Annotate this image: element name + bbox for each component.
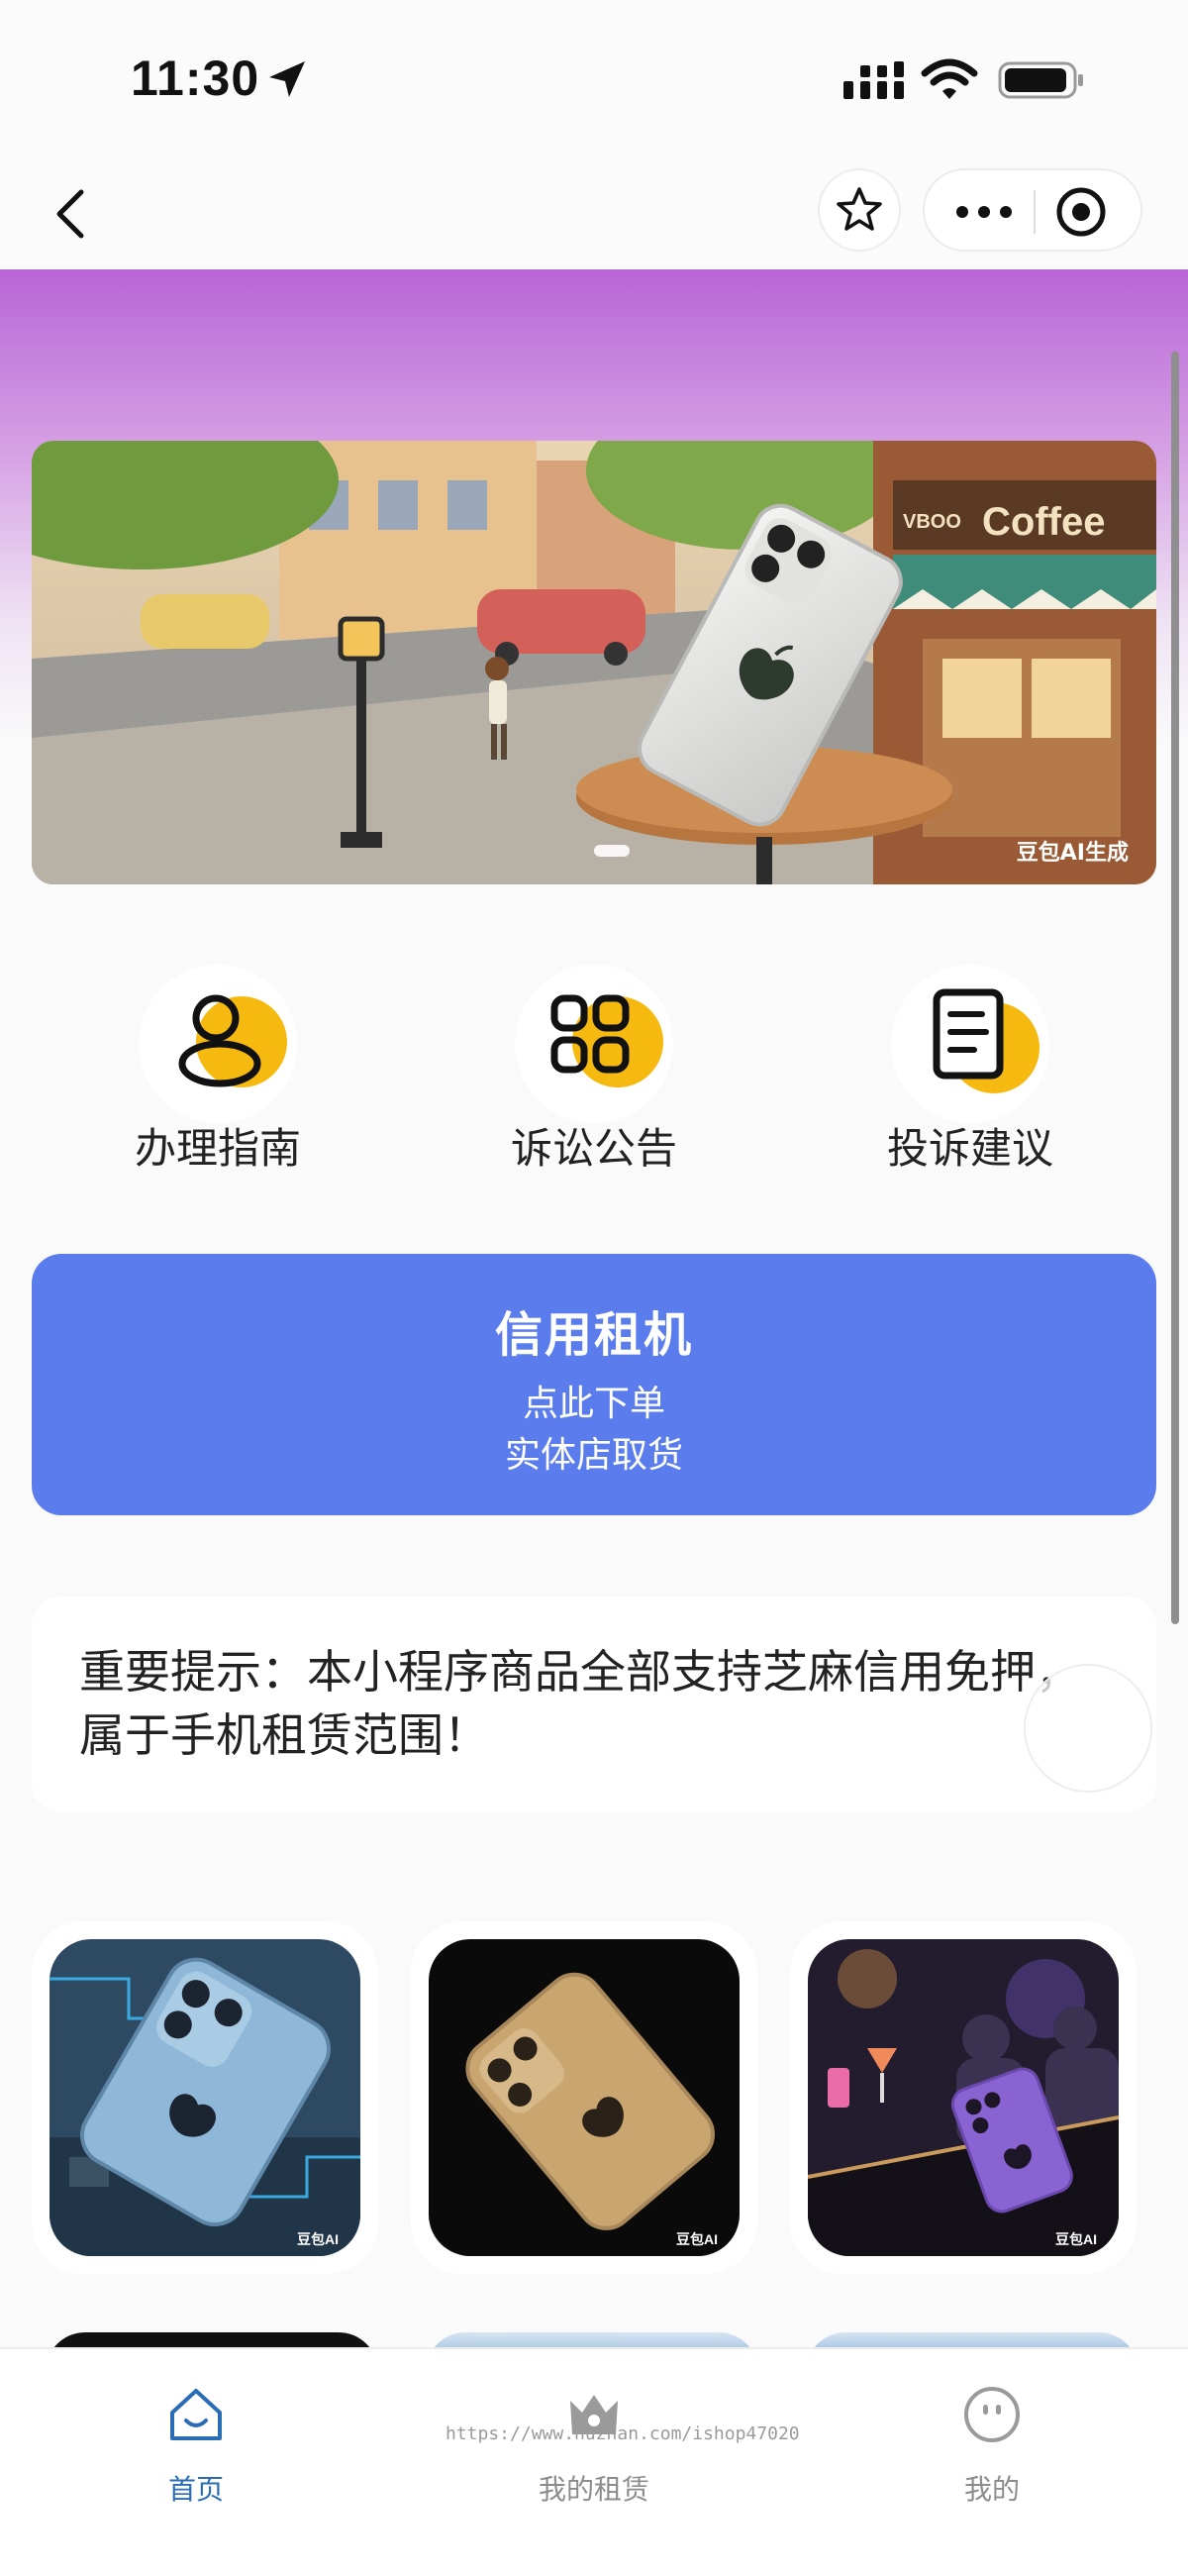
status-time: 11:30 xyxy=(131,51,260,106)
tab-label: 首页 xyxy=(167,2473,224,2506)
credit-rental-button[interactable]: 信用租机 点此下单 实体店取货 xyxy=(32,1254,1156,1515)
capsule-divider xyxy=(1034,190,1036,234)
product-ai-tag: 豆包AI xyxy=(1055,2231,1097,2247)
tab-mine[interactable]: 我的 xyxy=(873,2369,1111,2527)
more-dots-icon[interactable] xyxy=(952,190,1016,234)
menu-capsule xyxy=(923,168,1142,252)
tab-home[interactable]: 首页 xyxy=(77,2369,315,2527)
product-image: 豆包AI xyxy=(429,1939,740,2256)
quick-action-complaint[interactable]: 投诉建议 xyxy=(842,951,1099,1188)
notice-card: 重要提示：本小程序商品全部支持芝麻信用免押，属于手机租赁范围！ xyxy=(32,1597,1156,1812)
cellular-signal-icon xyxy=(843,61,904,99)
location-arrow-icon xyxy=(269,61,305,97)
tab-label: 我的 xyxy=(963,2473,1020,2506)
product-image: 豆包AI xyxy=(50,1939,360,2256)
smiley-icon xyxy=(964,2387,1020,2442)
carousel-page-indicator xyxy=(594,845,630,857)
product-card[interactable]: 豆包AI xyxy=(32,1921,378,2274)
document-icon xyxy=(891,965,1049,1123)
product-image: 豆包AI xyxy=(808,1939,1119,2256)
quick-action-label: 办理指南 xyxy=(134,1124,301,1173)
tab-bar: 首页 我的租赁 我的 xyxy=(0,2347,1188,2576)
wifi-icon xyxy=(921,58,978,99)
quick-action-announcement[interactable]: 诉讼公告 xyxy=(465,951,723,1188)
tab-my-rentals[interactable]: 我的租赁 xyxy=(475,2369,713,2527)
product-ai-tag: 豆包AI xyxy=(676,2231,718,2247)
notice-text: 重要提示：本小程序商品全部支持芝麻信用免押，属于手机租赁范围！ xyxy=(79,1645,1081,1762)
target-circle-icon[interactable] xyxy=(1053,184,1109,240)
star-icon xyxy=(837,187,882,231)
chevron-left-icon[interactable] xyxy=(46,178,105,250)
app-page: 11:30 Coffee VBOO 豆包AI生成 办理指南 诉讼公告 投诉建议 … xyxy=(0,0,1188,2576)
product-card[interactable]: 豆包AI xyxy=(411,1921,757,2274)
banner-carousel[interactable]: Coffee VBOO 豆包AI生成 xyxy=(32,441,1156,884)
home-icon xyxy=(170,2389,222,2440)
floating-button[interactable] xyxy=(1024,1664,1152,1793)
banner-shop-sign: Coffee xyxy=(982,500,1105,544)
quick-actions: 办理指南 诉讼公告 投诉建议 xyxy=(0,951,1188,1188)
cta-line-2: 实体店取货 xyxy=(504,1435,683,1476)
quick-action-label: 诉讼公告 xyxy=(510,1124,677,1173)
watermark: https://www.huzhan.com/ishop47020 xyxy=(446,2423,800,2444)
tab-label: 我的租赁 xyxy=(538,2473,649,2506)
cta-line-1: 点此下单 xyxy=(522,1384,665,1424)
quick-action-label: 投诉建议 xyxy=(886,1124,1053,1173)
product-card[interactable]: 豆包AI xyxy=(790,1921,1137,2274)
product-grid: 豆包AI 豆包AI 豆包AI xyxy=(0,1921,1188,2337)
banner-shop-sign-prefix: VBOO xyxy=(903,511,961,533)
nav-bar xyxy=(0,158,1188,269)
banner-image: Coffee VBOO xyxy=(32,441,1156,884)
product-ai-tag: 豆包AI xyxy=(297,2231,339,2247)
quick-action-guide[interactable]: 办理指南 xyxy=(89,951,346,1188)
person-icon xyxy=(139,965,297,1123)
cta-title: 信用租机 xyxy=(494,1307,693,1363)
battery-icon xyxy=(998,61,1083,99)
grid-icon xyxy=(515,965,673,1123)
favorite-button[interactable] xyxy=(818,168,901,252)
status-bar: 11:30 xyxy=(0,0,1188,158)
banner-ai-tag: 豆包AI生成 xyxy=(1016,841,1129,866)
